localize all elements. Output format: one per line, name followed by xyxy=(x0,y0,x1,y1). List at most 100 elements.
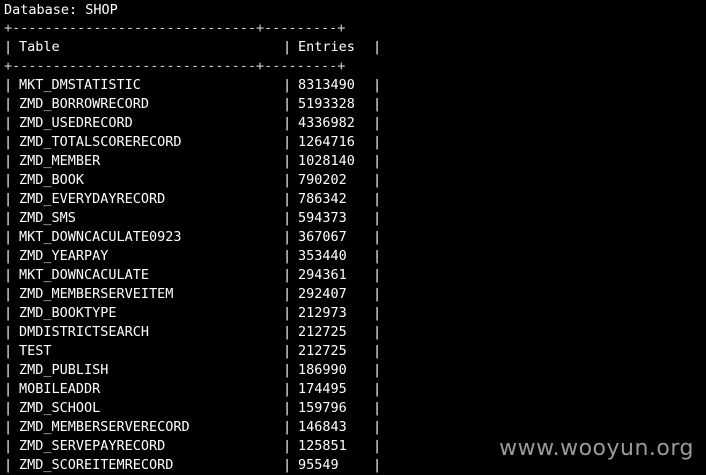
table-row: | ZMD_SERVEPAYRECORD | 125851 | xyxy=(4,437,384,456)
cell-entry-count: 159796 xyxy=(298,400,347,416)
cell-table-name: ZMD_SMS xyxy=(19,210,76,226)
column-separator: | xyxy=(373,248,382,264)
cell-entry-count: 294361 xyxy=(298,267,347,283)
column-separator: | xyxy=(373,457,382,473)
terminal-window: Database: SHOP +------------------------… xyxy=(4,0,704,475)
cell-entry-count: 292407 xyxy=(298,286,347,302)
cell-entry-count: 186990 xyxy=(298,362,347,378)
cell-table-name: ZMD_BOOK xyxy=(19,172,85,188)
column-separator: | xyxy=(283,400,292,416)
column-separator: | xyxy=(373,134,382,150)
column-separator: | xyxy=(4,362,13,378)
column-separator: | xyxy=(283,39,292,55)
table-row: | ZMD_MEMBERSERVERECORD | 146843 | xyxy=(4,418,384,437)
column-separator: | xyxy=(4,286,13,302)
column-separator: | xyxy=(283,115,292,131)
column-separator: | xyxy=(4,96,13,112)
column-separator: | xyxy=(373,438,382,454)
database-label: Database: SHOP xyxy=(4,2,118,18)
column-separator: | xyxy=(373,305,382,321)
column-separator: | xyxy=(4,457,13,473)
table-row: | ZMD_BOOK | 790202 | xyxy=(4,171,384,190)
cell-table-name: ZMD_MEMBERSERVEITEM xyxy=(19,286,174,302)
column-separator: | xyxy=(373,153,382,169)
column-separator: | xyxy=(373,172,382,188)
cell-table-name: ZMD_YEARPAY xyxy=(19,248,109,264)
column-separator: | xyxy=(4,210,13,226)
cell-table-name: ZMD_SCHOOL xyxy=(19,400,101,416)
column-separator: | xyxy=(4,229,13,245)
cell-entry-count: 4336982 xyxy=(298,115,355,131)
cell-table-name: ZMD_MEMBER xyxy=(19,153,101,169)
column-separator: | xyxy=(283,77,292,93)
column-separator: | xyxy=(283,305,292,321)
column-separator: | xyxy=(373,343,382,359)
column-separator: | xyxy=(373,39,382,55)
cell-entry-count: 1264716 xyxy=(298,134,355,150)
cell-entry-count: 95549 xyxy=(298,457,339,473)
table-row: | ZMD_PUBLISH | 186990 | xyxy=(4,361,384,380)
table-row: | ZMD_SCHOOL | 159796 | xyxy=(4,399,384,418)
table-border-top: +------------------------------+--------… xyxy=(4,20,346,36)
column-separator: | xyxy=(4,172,13,188)
column-separator: | xyxy=(4,419,13,435)
cell-table-name: MOBILEADDR xyxy=(19,381,101,397)
column-separator: | xyxy=(283,134,292,150)
column-separator: | xyxy=(4,115,13,131)
column-separator: | xyxy=(283,229,292,245)
column-separator: | xyxy=(283,267,292,283)
column-separator: | xyxy=(373,324,382,340)
cell-table-name: ZMD_PUBLISH xyxy=(19,362,109,378)
cell-entry-count: 146843 xyxy=(298,419,347,435)
column-separator: | xyxy=(4,400,13,416)
cell-table-name: TEST xyxy=(19,343,52,359)
column-separator: | xyxy=(373,115,382,131)
column-separator: | xyxy=(373,229,382,245)
column-separator: | xyxy=(373,362,382,378)
cell-table-name: MKT_DOWNCACULATE xyxy=(19,267,150,283)
column-separator: | xyxy=(283,286,292,302)
table-row: | ZMD_BORROWRECORD | 5193328 | xyxy=(4,95,384,114)
cell-table-name: ZMD_MEMBERSERVERECORD xyxy=(19,419,190,435)
cell-entry-count: 790202 xyxy=(298,172,347,188)
column-separator: | xyxy=(4,39,13,55)
column-separator: | xyxy=(4,381,13,397)
column-separator: | xyxy=(4,343,13,359)
cell-entry-count: 212725 xyxy=(298,324,347,340)
table-row: | ZMD_MEMBERSERVEITEM | 292407 | xyxy=(4,285,384,304)
column-separator: | xyxy=(283,438,292,454)
table-row: | ZMD_SMS | 594373 | xyxy=(4,209,384,228)
table-row: | ZMD_MEMBER | 1028140 | xyxy=(4,152,384,171)
cell-entry-count: 1028140 xyxy=(298,153,355,169)
column-separator: | xyxy=(283,419,292,435)
column-separator: | xyxy=(283,96,292,112)
table-border-header: +------------------------------+--------… xyxy=(4,58,346,74)
column-separator: | xyxy=(373,286,382,302)
column-separator: | xyxy=(4,438,13,454)
cell-table-name: ZMD_USEDRECORD xyxy=(19,115,133,131)
column-separator: | xyxy=(4,324,13,340)
cell-table-name: DMDISTRICTSEARCH xyxy=(19,324,150,340)
table-row: | ZMD_EVERYDAYRECORD | 786342 | xyxy=(4,190,384,209)
column-separator: | xyxy=(283,191,292,207)
table-row: | ZMD_TOTALSCORERECORD | 1264716 | xyxy=(4,133,384,152)
cell-entry-count: 125851 xyxy=(298,438,347,454)
cell-entry-count: 8313490 xyxy=(298,77,355,93)
column-separator: | xyxy=(4,267,13,283)
cell-entry-count: 786342 xyxy=(298,191,347,207)
cell-entry-count: 174495 xyxy=(298,381,347,397)
column-separator: | xyxy=(373,210,382,226)
column-separator: | xyxy=(4,191,13,207)
table-row: | ZMD_SCOREITEMRECORD | 95549 | xyxy=(4,456,384,475)
column-separator: | xyxy=(4,248,13,264)
column-separator: | xyxy=(283,362,292,378)
column-separator: | xyxy=(4,77,13,93)
column-separator: | xyxy=(373,400,382,416)
column-separator: | xyxy=(283,210,292,226)
cell-entry-count: 5193328 xyxy=(298,96,355,112)
table-row: | ZMD_YEARPAY | 353440 | xyxy=(4,247,384,266)
cell-table-name: ZMD_SERVEPAYRECORD xyxy=(19,438,166,454)
cell-entry-count: 594373 xyxy=(298,210,347,226)
cell-entry-count: 212725 xyxy=(298,343,347,359)
cell-table-name: ZMD_EVERYDAYRECORD xyxy=(19,191,166,207)
